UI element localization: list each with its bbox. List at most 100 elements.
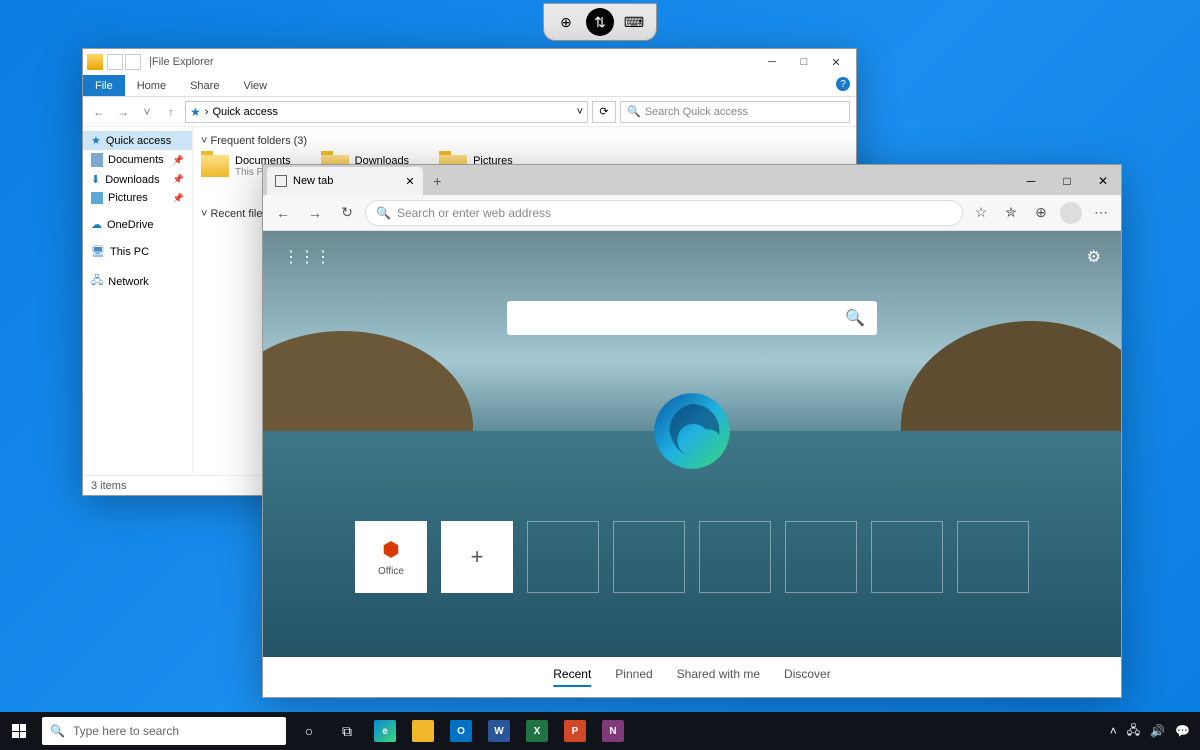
tab-title: New tab (293, 175, 333, 187)
tile-empty[interactable] (957, 521, 1029, 593)
taskbar-app-file-explorer[interactable] (404, 712, 442, 750)
edge-toolbar: ← → ↻ 🔍 Search or enter web address ☆ ✮ … (263, 195, 1121, 231)
back-button[interactable]: ← (269, 199, 297, 227)
history-dropdown[interactable]: ˅ (137, 102, 157, 122)
up-button[interactable]: ↑ (161, 102, 181, 122)
collections-button[interactable]: ⊕ (1027, 199, 1055, 227)
forward-button[interactable]: → (113, 102, 133, 122)
omnibox[interactable]: 🔍 Search or enter web address (365, 200, 963, 226)
tile-empty[interactable] (785, 521, 857, 593)
taskbar: 🔍Type here to search ○ ⧉ e O W X P N ˄ 🖧… (0, 712, 1200, 750)
ribbon-tab-file[interactable]: File (83, 75, 125, 96)
search-box[interactable]: 🔍 Search Quick access (620, 101, 850, 123)
ntp-tabs: Recent Pinned Shared with me Discover (553, 663, 830, 687)
taskbar-search[interactable]: 🔍Type here to search (42, 717, 286, 745)
refresh-button[interactable]: ↻ (333, 199, 361, 227)
doc-icon (91, 153, 103, 167)
sidebar-item-this-pc[interactable]: 🖥This PC (83, 242, 192, 261)
address-text: Quick access (212, 106, 277, 118)
refresh-button[interactable]: ⟳ (592, 101, 616, 123)
sidebar-item-quick-access[interactable]: ★Quick access (83, 131, 192, 150)
close-tab-button[interactable]: ✕ (405, 175, 415, 188)
tile-office[interactable]: ⬢Office (355, 521, 427, 593)
back-button[interactable]: ← (89, 102, 109, 122)
tile-add[interactable]: + (441, 521, 513, 593)
favorite-button[interactable]: ☆ (967, 199, 995, 227)
network-icon[interactable]: 🖧 (1127, 721, 1140, 742)
group-frequent[interactable]: ˅ Frequent folders (3) (201, 135, 848, 147)
taskbar-app-powerpoint[interactable]: P (556, 712, 594, 750)
pc-icon: 🖥 (91, 245, 105, 258)
action-center-icon[interactable]: 💬 (1175, 724, 1190, 738)
minimize-button[interactable]: ─ (756, 50, 788, 74)
ntp-tab-shared[interactable]: Shared with me (677, 663, 760, 687)
powerpoint-icon: P (564, 720, 586, 742)
pin-icon: 📌 (173, 174, 184, 185)
address-bar[interactable]: ★ › Quick access ˅ (185, 101, 588, 123)
sidebar-item-downloads[interactable]: ⬇Downloads📌 (83, 170, 192, 189)
taskbar-app-outlook[interactable]: O (442, 712, 480, 750)
edge-icon: e (374, 720, 396, 742)
taskbar-app-onenote[interactable]: N (594, 712, 632, 750)
sidebar-item-pictures[interactable]: Pictures📌 (83, 189, 192, 207)
gear-icon[interactable]: ⚙ (1087, 247, 1101, 267)
ntp-tab-recent[interactable]: Recent (553, 663, 591, 687)
new-tab-button[interactable]: + (423, 167, 451, 195)
search-icon: 🔍 (50, 724, 65, 738)
favorites-button[interactable]: ✮ (997, 199, 1025, 227)
ribbon-tab-home[interactable]: Home (125, 75, 178, 96)
zoom-icon[interactable]: ⊕ (554, 10, 578, 34)
tile-empty[interactable] (527, 521, 599, 593)
ntp-search-box[interactable]: 🔍 (507, 301, 877, 335)
close-button[interactable]: ✕ (820, 50, 852, 74)
new-tab-page: ⋮⋮⋮ ⚙ 🔍 ⬢Office + Recent Pinned Shared w… (263, 231, 1121, 697)
tray-overflow-icon[interactable]: ˄ (1110, 724, 1117, 738)
folder-icon (87, 54, 103, 70)
onenote-icon: N (602, 720, 624, 742)
sidebar-item-label: OneDrive (107, 219, 153, 231)
tile-empty[interactable] (699, 521, 771, 593)
maximize-button[interactable]: □ (788, 50, 820, 74)
ribbon-tab-view[interactable]: View (231, 75, 279, 96)
qat-btn[interactable] (125, 54, 141, 70)
taskbar-app-edge[interactable]: e (366, 712, 404, 750)
sidebar-item-network[interactable]: 🖧Network (83, 269, 192, 294)
taskbar-app-excel[interactable]: X (518, 712, 556, 750)
sound-icon[interactable]: 🔊 (1150, 724, 1165, 738)
ntp-tab-discover[interactable]: Discover (784, 663, 831, 687)
start-button[interactable] (0, 712, 38, 750)
sidebar-item-documents[interactable]: Documents📌 (83, 150, 192, 170)
profile-button[interactable] (1057, 199, 1085, 227)
pin-icon[interactable]: ⇅ (586, 8, 614, 36)
browser-tab[interactable]: New tab ✕ (267, 167, 423, 195)
help-icon[interactable]: ? (836, 77, 850, 91)
maximize-button[interactable]: □ (1049, 167, 1085, 195)
tile-empty[interactable] (613, 521, 685, 593)
plus-icon: + (471, 544, 484, 570)
cortana-button[interactable]: ○ (290, 712, 328, 750)
ribbon-tab-share[interactable]: Share (178, 75, 231, 96)
search-icon: 🔍 (845, 308, 865, 328)
avatar-icon (1060, 202, 1082, 224)
menu-button[interactable]: ⋯ (1087, 199, 1115, 227)
file-explorer-titlebar[interactable]: | File Explorer ─ □ ✕ (83, 49, 856, 75)
sidebar-item-label: Quick access (106, 135, 171, 147)
nav-bar: ← → ˅ ↑ ★ › Quick access ˅ ⟳ 🔍 Search Qu… (83, 97, 856, 127)
sidebar-item-onedrive[interactable]: ☁OneDrive (83, 215, 192, 234)
excel-icon: X (526, 720, 548, 742)
nav-pane: ★Quick access Documents📌 ⬇Downloads📌 Pic… (83, 127, 193, 473)
ntp-tab-pinned[interactable]: Pinned (615, 663, 652, 687)
ribbon: File Home Share View ? (83, 75, 856, 97)
minimize-button[interactable]: ─ (1013, 167, 1049, 195)
task-view-button[interactable]: ⧉ (328, 712, 366, 750)
omnibox-placeholder: Search or enter web address (397, 206, 551, 220)
quick-access-toolbar (107, 54, 141, 70)
tile-empty[interactable] (871, 521, 943, 593)
remote-desktop-toolbar: ⊕ ⇅ ⌨ (543, 3, 657, 41)
taskbar-app-word[interactable]: W (480, 712, 518, 750)
close-button[interactable]: ✕ (1085, 167, 1121, 195)
qat-btn[interactable] (107, 54, 123, 70)
forward-button[interactable]: → (301, 199, 329, 227)
keyboard-icon[interactable]: ⌨ (622, 10, 646, 34)
apps-launcher-icon[interactable]: ⋮⋮⋮ (283, 247, 331, 267)
